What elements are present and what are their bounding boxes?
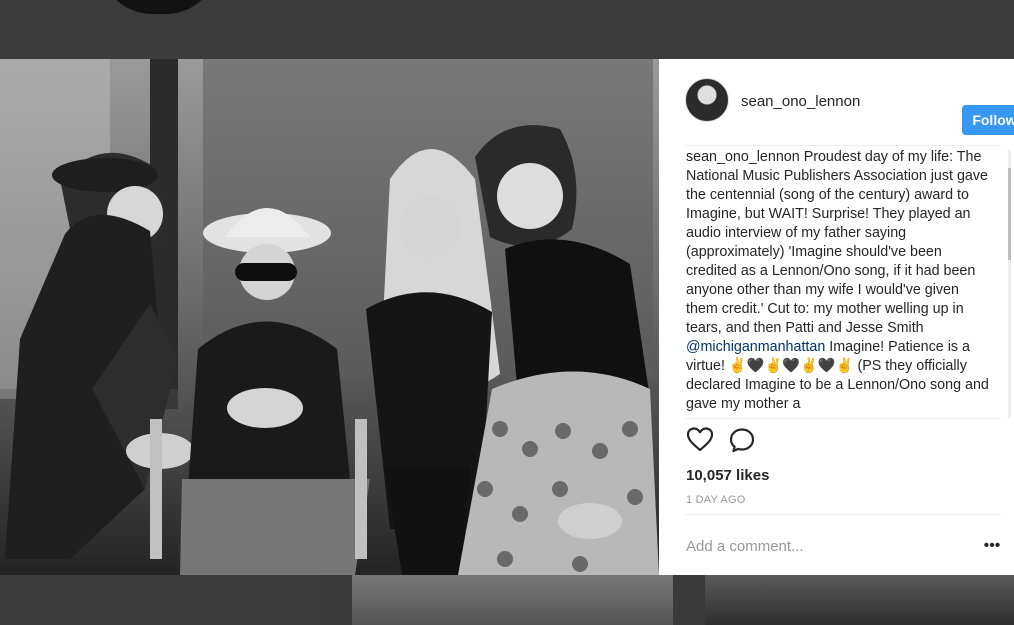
heart-icon[interactable] — [685, 425, 715, 455]
background-profile-header — [0, 0, 1014, 59]
post-header: sean_ono_lennon Follow — [685, 78, 1014, 135]
caption-scroll-thumb[interactable] — [1008, 168, 1011, 260]
post-photo — [0, 59, 659, 575]
caption-scrollbar[interactable] — [1008, 150, 1011, 418]
caption-mention[interactable]: @michiganmanhattan — [686, 339, 825, 355]
comment-input[interactable] — [686, 535, 936, 557]
background-thumbnail-3 — [705, 575, 1014, 625]
background-thumbnail-2 — [352, 575, 673, 625]
post-actions — [685, 425, 765, 465]
likes-count[interactable]: 10,057 likes — [686, 467, 769, 484]
follow-button[interactable]: Follow — [962, 105, 1014, 135]
caption-username[interactable]: sean_ono_lennon — [686, 149, 800, 165]
post-caption: sean_ono_lennon Proudest day of my life:… — [686, 148, 994, 416]
more-options-button[interactable]: ••• — [983, 536, 1001, 556]
comment-icon[interactable] — [727, 425, 757, 455]
caption-text-part-1: Proudest day of my life: The National Mu… — [686, 149, 988, 336]
caption-divider — [685, 418, 1001, 419]
post-sidebar: sean_ono_lennon Follow sean_ono_lennon P… — [659, 59, 1014, 575]
post-date: 1 DAY AGO — [686, 494, 746, 506]
header-divider — [685, 145, 1001, 146]
user-avatar[interactable] — [685, 78, 729, 122]
profile-avatar-partial — [100, 0, 218, 14]
black-and-white-group-photo — [0, 59, 659, 575]
comment-divider — [685, 514, 1001, 515]
background-thumbnail-1 — [0, 575, 321, 625]
post-username[interactable]: sean_ono_lennon — [741, 93, 860, 110]
